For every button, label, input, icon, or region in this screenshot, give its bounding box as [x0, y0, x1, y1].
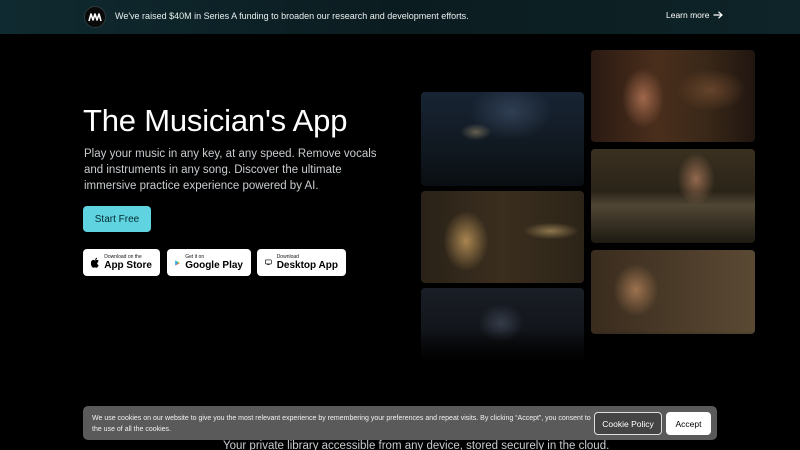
- cookie-banner: We use cookies on our website to give yo…: [83, 406, 717, 440]
- video-tile-guitarist: [591, 250, 755, 334]
- hero-title: The Musician's App: [83, 103, 348, 138]
- learn-more-link[interactable]: Learn more: [666, 10, 724, 20]
- announcement-text: We've raised $40M in Series A funding to…: [115, 11, 469, 21]
- desktop-app-label: Desktop App: [276, 259, 338, 271]
- apple-icon: [91, 257, 99, 268]
- cookie-policy-button[interactable]: Cookie Policy: [594, 412, 662, 435]
- google-play-button[interactable]: Get it on Google Play: [167, 249, 251, 276]
- announcement-bar: We've raised $40M in Series A funding to…: [0, 0, 800, 34]
- hero-subtitle: Play your music in any key, at any speed…: [84, 148, 377, 192]
- app-store-button[interactable]: Download on the App Store: [83, 249, 160, 276]
- app-store-label: App Store: [104, 259, 152, 271]
- desktop-icon: [265, 259, 272, 265]
- tile-fade-overlay: [415, 330, 765, 370]
- google-play-label: Google Play: [185, 259, 243, 271]
- brand-logo-icon[interactable]: [84, 6, 106, 28]
- learn-more-label: Learn more: [666, 10, 710, 20]
- start-free-button[interactable]: Start Free: [83, 206, 151, 232]
- video-tile-drummer: [421, 191, 584, 283]
- cookie-accept-button[interactable]: Accept: [666, 412, 711, 435]
- google-play-icon: [175, 259, 181, 266]
- video-tile-singer: [591, 50, 755, 142]
- cookie-text: We use cookies on our website to give yo…: [92, 415, 591, 433]
- arrow-right-icon: [713, 11, 724, 19]
- video-tile-studio-room: [421, 92, 584, 186]
- library-tagline: Your private library accessible from any…: [223, 440, 610, 450]
- video-tile-pianist: [591, 149, 755, 243]
- desktop-app-button[interactable]: Download Desktop App: [257, 249, 346, 276]
